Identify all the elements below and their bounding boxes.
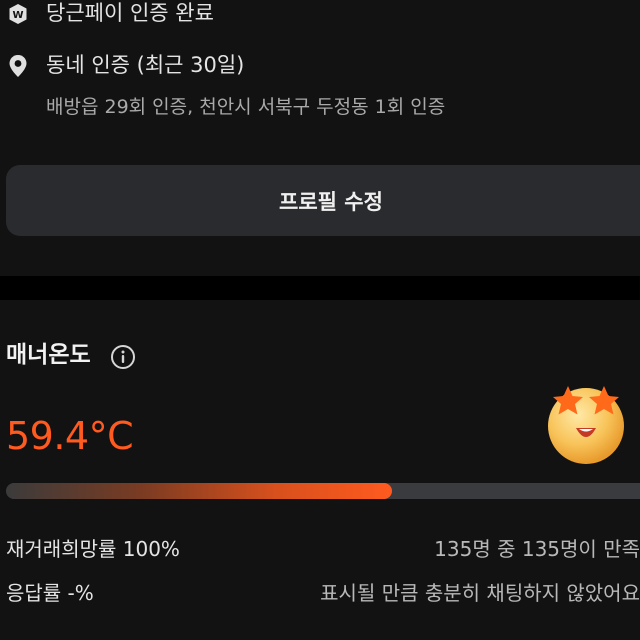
info-icon[interactable] <box>110 344 136 370</box>
won-badge-icon: W <box>6 2 30 26</box>
location-detail: 배방읍 29회 인증, 천안시 서북구 두정동 1회 인증 <box>46 96 446 118</box>
location-pin-icon <box>6 54 30 78</box>
section-divider <box>0 276 640 300</box>
profile-page: W 당근페이 인증 완료 동네 인증 (최근 30일) 배방읍 29회 인증, … <box>0 0 640 640</box>
svg-text:W: W <box>12 10 23 21</box>
response-rate-value: 표시될 만큼 충분히 채팅하지 않았어요 <box>320 581 640 605</box>
rebuy-rate-value: 135명 중 135명이 만족 <box>434 537 640 561</box>
manner-temperature-value: 59.4°C <box>6 414 134 458</box>
rebuy-rate-label: 재거래희망률 100% <box>6 537 180 561</box>
manner-temperature-fill <box>6 483 393 499</box>
star-eyes-face-icon <box>540 376 632 468</box>
edit-profile-label: 프로필 수정 <box>279 189 383 214</box>
location-verified-label: 동네 인증 (최근 30일) <box>46 53 245 77</box>
response-rate-label: 응답률 -% <box>6 581 94 605</box>
manner-temperature-title: 매너온도 <box>6 342 91 368</box>
pay-verified-label: 당근페이 인증 완료 <box>46 1 214 25</box>
edit-profile-button[interactable]: 프로필 수정 <box>6 165 640 236</box>
manner-temperature-bar <box>6 483 640 499</box>
